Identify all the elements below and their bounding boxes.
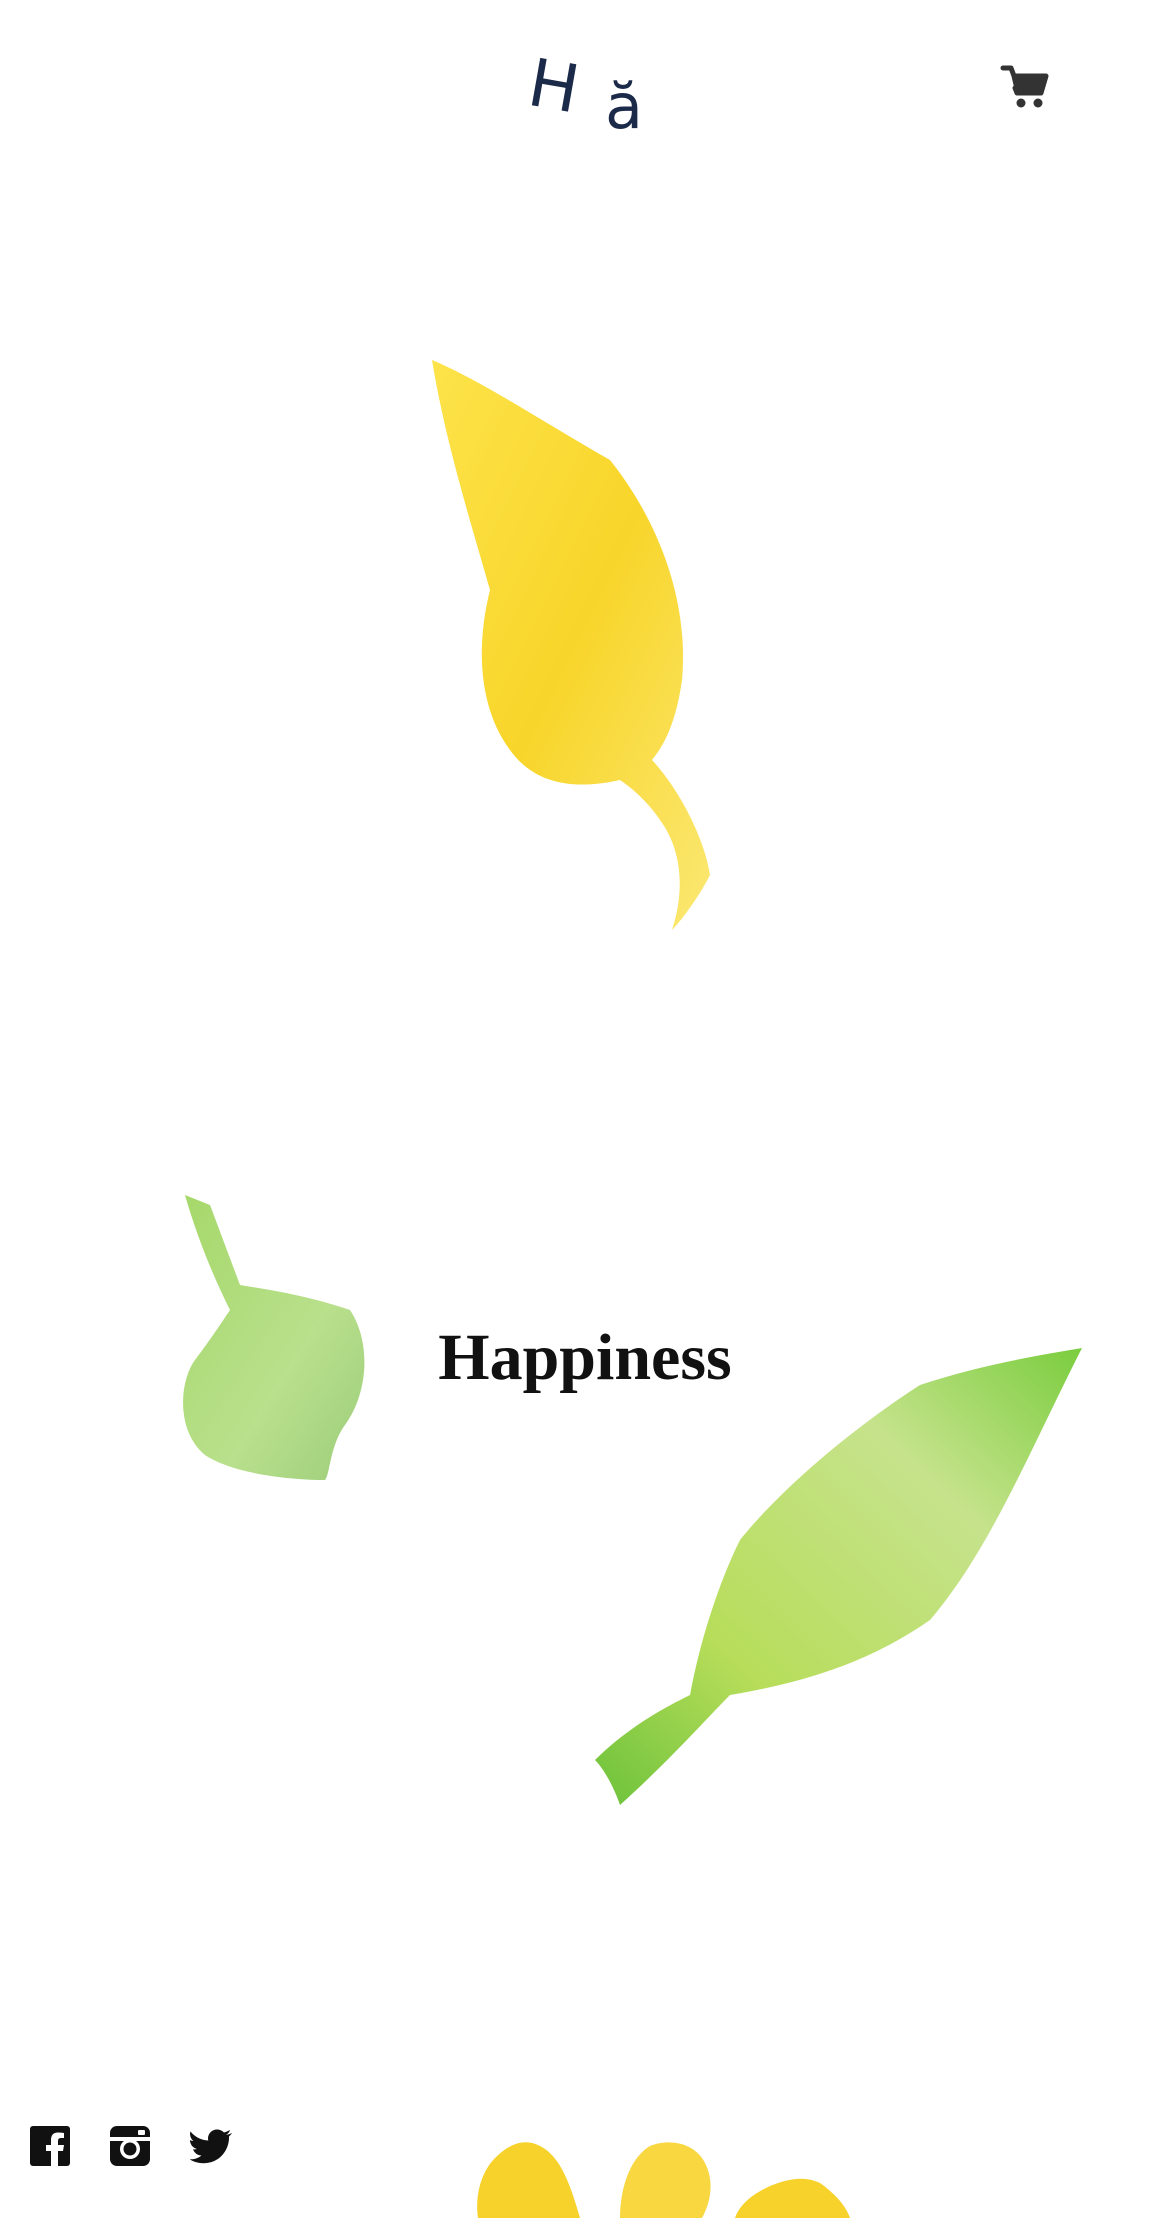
twitter-link[interactable] [189, 2124, 234, 2168]
yellow-leaf-image [432, 360, 710, 930]
instagram-icon [110, 2126, 150, 2166]
facebook-icon [30, 2126, 70, 2168]
facebook-link[interactable] [28, 2124, 72, 2168]
cart-icon [1000, 65, 1049, 108]
cart-button[interactable] [1000, 62, 1050, 112]
instagram-link[interactable] [108, 2124, 152, 2168]
large-green-leaf-image [595, 1348, 1082, 1805]
logo-letter-h: H [522, 44, 585, 129]
page: H ă Happiness [0, 0, 1170, 2218]
site-logo[interactable]: H ă [523, 44, 655, 150]
twitter-icon [189, 2129, 232, 2164]
yellow-flower-image [477, 2142, 850, 2218]
logo-letter-a: ă [605, 70, 643, 143]
